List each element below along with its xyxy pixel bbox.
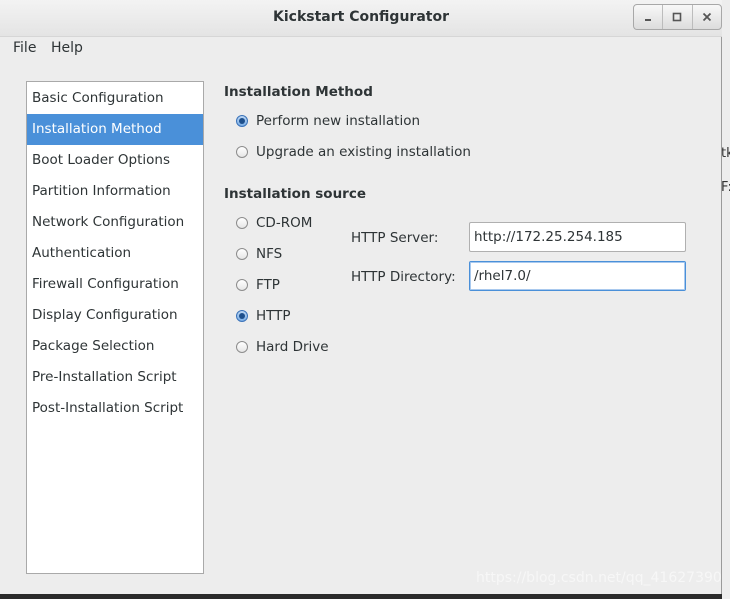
installation-source-heading: Installation source xyxy=(224,186,367,202)
radio-label: NFS xyxy=(256,246,283,262)
http-server-label: HTTP Server: xyxy=(351,230,439,246)
radio-button-checked[interactable] xyxy=(236,310,248,322)
kickstart-window: Kickstart Configurator File Help Basic C… xyxy=(0,0,722,594)
radio-source-hard-drive[interactable]: Hard Drive xyxy=(236,337,329,357)
menu-help[interactable]: Help xyxy=(51,40,83,56)
radio-upgrade-existing-installation[interactable]: Upgrade an existing installation xyxy=(236,142,471,162)
radio-button[interactable] xyxy=(236,217,248,229)
sidebar-item-partition-information[interactable]: Partition Information xyxy=(27,176,203,207)
sidebar-item-basic-configuration[interactable]: Basic Configuration xyxy=(27,83,203,114)
radio-perform-new-installation[interactable]: Perform new installation xyxy=(236,111,420,131)
radio-source-cdrom[interactable]: CD-ROM xyxy=(236,213,312,233)
minimize-button[interactable] xyxy=(634,5,664,29)
menu-file[interactable]: File xyxy=(13,40,36,56)
radio-source-http[interactable]: HTTP xyxy=(236,306,291,326)
window-title: Kickstart Configurator xyxy=(273,9,449,25)
radio-label: CD-ROM xyxy=(256,215,313,231)
close-button[interactable] xyxy=(693,5,721,29)
radio-source-nfs[interactable]: NFS xyxy=(236,244,282,264)
sidebar-item-package-selection[interactable]: Package Selection xyxy=(27,331,203,362)
radio-label: Perform new installation xyxy=(256,113,421,129)
sidebar-item-authentication[interactable]: Authentication xyxy=(27,238,203,269)
minimize-icon xyxy=(645,19,652,21)
radio-label: Upgrade an existing installation xyxy=(256,144,471,160)
sidebar-item-installation-method[interactable]: Installation Method xyxy=(27,114,203,145)
maximize-icon xyxy=(673,12,682,22)
sidebar-item-post-installation-script[interactable]: Post-Installation Script xyxy=(27,393,203,424)
sidebar-item-boot-loader-options[interactable]: Boot Loader Options xyxy=(27,145,203,176)
background-text-fragment: tk xyxy=(721,146,730,161)
sidebar-item-network-configuration[interactable]: Network Configuration xyxy=(27,207,203,238)
http-server-input[interactable] xyxy=(469,222,686,252)
radio-label: HTTP xyxy=(256,308,291,324)
menu-bar: File Help xyxy=(0,36,722,62)
http-directory-input[interactable] xyxy=(469,261,686,291)
sidebar-item-pre-installation-script[interactable]: Pre-Installation Script xyxy=(27,362,203,393)
close-icon xyxy=(702,12,711,22)
radio-button-checked[interactable] xyxy=(236,115,248,127)
sidebar-item-display-configuration[interactable]: Display Configuration xyxy=(27,300,203,331)
category-list: Basic Configuration Installation Method … xyxy=(26,81,204,574)
window-controls xyxy=(633,4,722,30)
sidebar-item-firewall-configuration[interactable]: Firewall Configuration xyxy=(27,269,203,300)
radio-source-ftp[interactable]: FTP xyxy=(236,275,280,295)
watermark: https://blog.csdn.net/qq_41627390 xyxy=(476,570,722,586)
radio-button[interactable] xyxy=(236,279,248,291)
maximize-button[interactable] xyxy=(663,5,693,29)
radio-button[interactable] xyxy=(236,146,248,158)
title-bar[interactable]: Kickstart Configurator xyxy=(0,0,722,37)
background-text-fragment: F: xyxy=(721,180,730,195)
radio-button[interactable] xyxy=(236,248,248,260)
installation-method-heading: Installation Method xyxy=(224,84,373,100)
radio-button[interactable] xyxy=(236,341,248,353)
radio-label: FTP xyxy=(256,277,280,293)
http-directory-label: HTTP Directory: xyxy=(351,269,456,285)
radio-label: Hard Drive xyxy=(256,339,329,355)
background-window-strip: tk F: xyxy=(721,0,730,599)
